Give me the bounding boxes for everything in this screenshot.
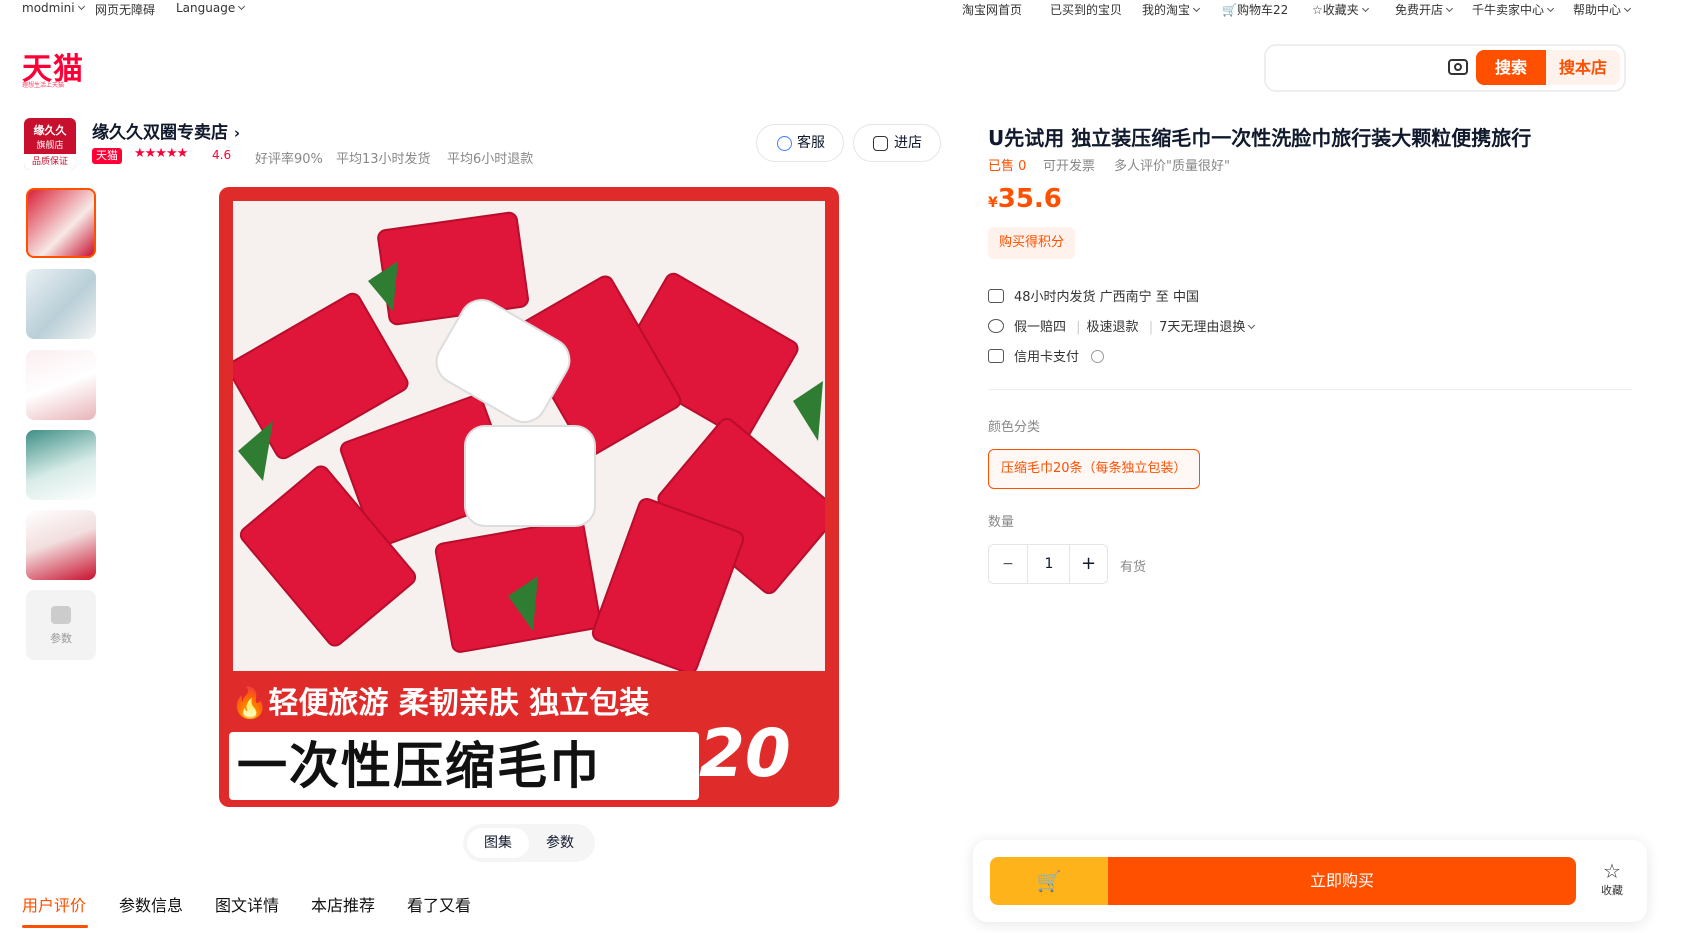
tmall-slogan: 理想生活上天猫 bbox=[22, 82, 65, 89]
thumbnail-4[interactable] bbox=[26, 430, 96, 500]
tab-also-viewed[interactable]: 看了又看 bbox=[407, 892, 471, 916]
shield-icon bbox=[988, 319, 1004, 333]
card-icon bbox=[988, 349, 1004, 363]
cart-icon: 🛒 bbox=[1222, 3, 1237, 17]
sku-option[interactable]: 压缩毛巾20条（每条独立包装） bbox=[988, 449, 1200, 489]
open-shop-menu[interactable]: 免费开店 bbox=[1395, 1, 1454, 18]
thumbnail-3[interactable] bbox=[26, 350, 96, 420]
purchased-link[interactable]: 已买到的宝贝 bbox=[1050, 1, 1122, 18]
tmall-badge: 天猫 bbox=[92, 148, 122, 164]
site-menu-modmini[interactable]: modmini bbox=[22, 1, 85, 15]
language-menu[interactable]: Language bbox=[176, 1, 246, 15]
camera-icon[interactable] bbox=[1448, 59, 1468, 75]
shop-logo[interactable]: 缘久久 旗舰店 品质保证 bbox=[24, 118, 76, 170]
shop-name[interactable]: 缘久久双圈专卖店 › bbox=[92, 118, 240, 143]
taobao-home-link[interactable]: 淘宝网首页 bbox=[962, 1, 1022, 18]
top-bar: modmini 网页无障碍 Language 淘宝网首页 已买到的宝贝 我的淘宝… bbox=[0, 0, 1687, 18]
favorite-button[interactable]: ☆ 收藏 bbox=[1592, 860, 1632, 898]
info-icon[interactable] bbox=[1091, 350, 1105, 363]
promo-banner-main: 一次性压缩毛巾 bbox=[229, 732, 699, 800]
invoice-info: 可开发票 bbox=[1043, 159, 1096, 174]
payment-info: 信用卡支付 bbox=[988, 346, 1105, 365]
seller-center-menu[interactable]: 千牛卖家中心 bbox=[1472, 1, 1555, 18]
quantity-label: 数量 bbox=[988, 515, 1015, 530]
quantity-minus-button[interactable]: − bbox=[989, 545, 1028, 583]
search-store-button[interactable]: 搜本店 bbox=[1546, 50, 1620, 85]
help-center-menu[interactable]: 帮助中心 bbox=[1573, 1, 1632, 18]
enter-shop-button[interactable]: 进店 bbox=[853, 124, 941, 162]
tab-reviews[interactable]: 用户评价 bbox=[22, 892, 86, 916]
promo-banner-count: 20粒 bbox=[699, 715, 791, 792]
customer-service-button[interactable]: 客服 bbox=[756, 124, 844, 162]
search-input[interactable] bbox=[1276, 54, 1446, 82]
params-thumbnail[interactable]: 参数 bbox=[26, 590, 96, 660]
towel-packs-illustration bbox=[227, 211, 839, 675]
quantity-stepper: − 1 + bbox=[988, 544, 1108, 584]
product-title: U先试用 独立装压缩毛巾一次性洗脸巾旅行装大颗粒便携旅行 bbox=[988, 126, 1532, 150]
active-tab-indicator bbox=[22, 925, 88, 928]
product-photo bbox=[227, 201, 839, 675]
points-badge[interactable]: 购买得积分 bbox=[988, 227, 1076, 259]
truck-icon bbox=[988, 289, 1004, 303]
accessibility-link[interactable]: 网页无障碍 bbox=[95, 1, 155, 18]
color-label: 颜色分类 bbox=[988, 420, 1041, 435]
delivery-info: 48小时内发货 广西南宁 至 中国 bbox=[988, 286, 1199, 305]
thumbnail-2[interactable] bbox=[26, 269, 96, 339]
buy-now-button[interactable]: 立即购买 bbox=[1108, 857, 1576, 905]
refund-time: 平均6小时退款 bbox=[447, 152, 534, 167]
shop-rating: 4.6 bbox=[212, 148, 232, 162]
tab-params[interactable]: 参数 bbox=[529, 828, 591, 858]
guarantee-info[interactable]: 假一赔四 | 极速退款 | 7天无理由退换 bbox=[988, 316, 1256, 335]
divider bbox=[988, 389, 1632, 390]
search-button[interactable]: 搜索 bbox=[1476, 50, 1546, 85]
chat-icon bbox=[777, 136, 792, 151]
my-taobao-menu[interactable]: 我的淘宝 bbox=[1142, 1, 1201, 18]
add-to-cart-button[interactable]: 🛒 bbox=[990, 857, 1108, 905]
thumbnail-1[interactable] bbox=[26, 188, 96, 258]
review-summary[interactable]: 多人评价"质量很好" bbox=[1114, 155, 1230, 174]
good-rate: 好评率90% bbox=[255, 152, 323, 167]
main-product-image[interactable]: 🔥轻便旅游 柔韧亲肤 独立包装 一次性压缩毛巾 20粒 bbox=[219, 187, 839, 807]
tab-param-info[interactable]: 参数信息 bbox=[119, 892, 183, 916]
quantity-input[interactable]: 1 bbox=[1029, 545, 1069, 583]
product-price: ¥35.6 bbox=[988, 184, 1062, 214]
favorites-menu[interactable]: ☆收藏夹 bbox=[1312, 1, 1369, 18]
ship-time: 平均13小时发货 bbox=[336, 152, 431, 167]
cart-plus-icon: 🛒 bbox=[1036, 869, 1062, 893]
sold-count: 已售 0 bbox=[988, 159, 1027, 174]
quantity-plus-button[interactable]: + bbox=[1069, 545, 1107, 583]
params-icon bbox=[51, 606, 71, 624]
star-icon: ☆ bbox=[1603, 859, 1621, 883]
tab-store-recommend[interactable]: 本店推荐 bbox=[311, 892, 375, 916]
star-icon: ☆ bbox=[1312, 3, 1323, 17]
shop-icon bbox=[873, 136, 888, 151]
stock-status: 有货 bbox=[1120, 560, 1147, 575]
tab-details[interactable]: 图文详情 bbox=[215, 892, 279, 916]
cart-link[interactable]: 🛒购物车22 bbox=[1222, 1, 1288, 18]
thumbnail-5[interactable] bbox=[26, 510, 96, 580]
gallery-toggle: 图集 参数 bbox=[463, 824, 595, 862]
rating-stars: ★★★★★ bbox=[134, 146, 188, 161]
tab-gallery[interactable]: 图集 bbox=[467, 828, 529, 858]
